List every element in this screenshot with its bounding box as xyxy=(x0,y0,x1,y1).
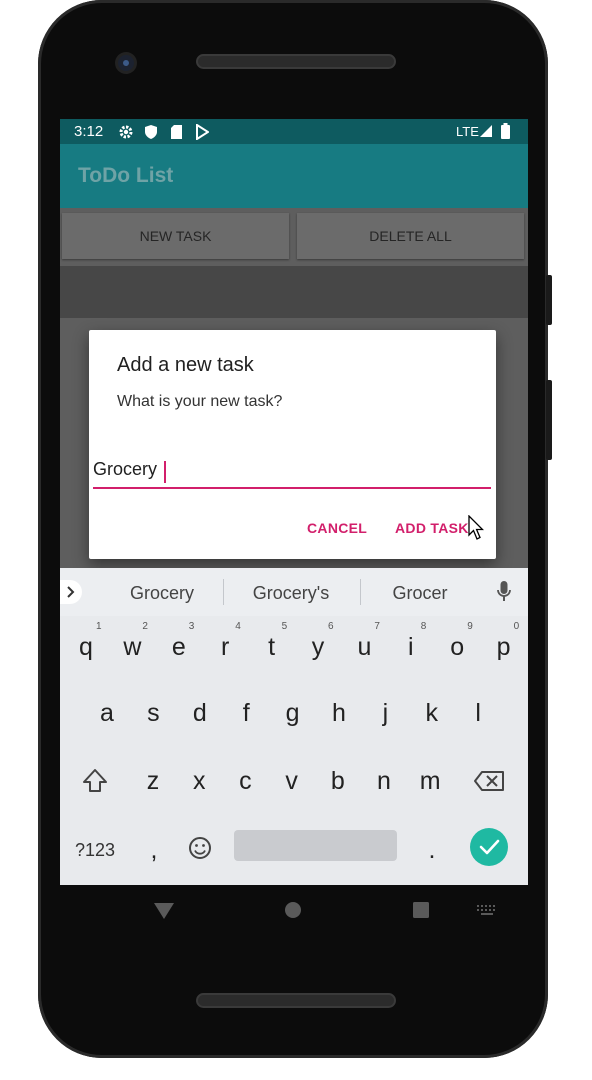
status-time: 3:12 xyxy=(74,123,104,140)
key-r[interactable]: r xyxy=(205,627,245,667)
signal-icon xyxy=(480,125,492,137)
key-d[interactable]: d xyxy=(180,693,220,733)
add-task-dialog: Add a new task What is your new task? Gr… xyxy=(89,330,496,559)
key-u[interactable]: u xyxy=(344,627,384,667)
emoji-icon xyxy=(189,837,211,859)
key-o[interactable]: o xyxy=(437,627,477,667)
keyboard-row-3: zxcvbnm xyxy=(60,761,528,811)
power-button xyxy=(546,275,552,325)
bottom-speaker xyxy=(196,993,396,1008)
key-j[interactable]: j xyxy=(365,693,405,733)
emoji-key[interactable] xyxy=(180,830,220,870)
front-camera xyxy=(118,55,134,71)
enter-key[interactable] xyxy=(470,828,508,866)
period-key[interactable]: . xyxy=(412,830,452,870)
volume-button xyxy=(546,380,552,460)
microphone-icon[interactable] xyxy=(496,580,512,604)
task-text-field[interactable]: Grocery xyxy=(93,455,491,489)
symbols-key[interactable]: ?123 xyxy=(70,830,120,870)
text-cursor xyxy=(164,461,166,483)
home-icon[interactable] xyxy=(284,901,302,919)
app-bar: ToDo List xyxy=(60,144,528,208)
key-v[interactable]: v xyxy=(272,761,312,801)
dialog-title: Add a new task xyxy=(117,354,254,376)
network-type: LTE xyxy=(456,124,479,139)
content-area: NEW TASK DELETE ALL Add a new task What … xyxy=(60,208,528,568)
keyboard-row-2: asdfghjkl xyxy=(60,693,528,743)
key-s[interactable]: s xyxy=(133,693,173,733)
key-m[interactable]: m xyxy=(410,761,450,801)
mouse-pointer-icon xyxy=(468,515,484,540)
sd-card-icon xyxy=(171,125,182,139)
key-b[interactable]: b xyxy=(318,761,358,801)
key-p[interactable]: p xyxy=(484,627,524,667)
key-w[interactable]: w xyxy=(112,627,152,667)
keyboard-switch-icon[interactable] xyxy=(476,904,498,916)
app-title: ToDo List xyxy=(78,164,174,187)
back-icon[interactable] xyxy=(153,902,175,920)
shield-icon xyxy=(145,125,157,139)
status-bar: 3:12 LTE xyxy=(60,119,528,144)
key-x[interactable]: x xyxy=(179,761,219,801)
key-a[interactable]: a xyxy=(87,693,127,733)
key-q[interactable]: q xyxy=(66,627,106,667)
suggestion-3[interactable]: Grocer xyxy=(360,583,480,604)
chevron-right-icon[interactable] xyxy=(60,580,82,604)
gear-icon xyxy=(119,125,133,139)
soft-keyboard: Grocery Grocery's Grocer 1q2w3e4r5t6y7u8… xyxy=(60,568,528,885)
battery-icon xyxy=(501,123,510,139)
key-n[interactable]: n xyxy=(364,761,404,801)
backspace-key[interactable] xyxy=(470,761,510,801)
comma-key[interactable]: , xyxy=(134,830,174,870)
new-task-button[interactable]: NEW TASK xyxy=(62,213,289,259)
key-z[interactable]: z xyxy=(133,761,173,801)
suggestion-strip: Grocery Grocery's Grocer xyxy=(60,568,528,616)
keyboard-row-1: 1q2w3e4r5t6y7u8i9o0p xyxy=(60,621,528,671)
backspace-icon xyxy=(474,771,504,791)
device-screen: 3:12 LTE ToDo List NEW TASK DELETE ALL A xyxy=(60,119,528,885)
suggestion-1[interactable]: Grocery xyxy=(102,583,222,604)
cancel-button[interactable]: CANCEL xyxy=(307,520,367,536)
key-g[interactable]: g xyxy=(273,693,313,733)
key-k[interactable]: k xyxy=(412,693,452,733)
recents-icon[interactable] xyxy=(412,901,430,919)
suggestion-2[interactable]: Grocery's xyxy=(231,583,351,604)
key-t[interactable]: t xyxy=(252,627,292,667)
key-y[interactable]: y xyxy=(298,627,338,667)
key-h[interactable]: h xyxy=(319,693,359,733)
play-store-icon xyxy=(196,124,209,140)
add-task-button[interactable]: ADD TASK xyxy=(395,520,469,536)
key-l[interactable]: l xyxy=(458,693,498,733)
key-c[interactable]: c xyxy=(225,761,265,801)
top-speaker xyxy=(196,54,396,69)
task-text-value: Grocery xyxy=(93,459,158,479)
suggestion-divider xyxy=(223,579,224,605)
key-e[interactable]: e xyxy=(159,627,199,667)
key-f[interactable]: f xyxy=(226,693,266,733)
space-key[interactable] xyxy=(234,830,397,861)
checkmark-icon xyxy=(479,839,500,855)
dialog-message: What is your new task? xyxy=(117,393,283,410)
task-input-bar xyxy=(60,266,528,318)
delete-all-button[interactable]: DELETE ALL xyxy=(297,213,524,259)
key-i[interactable]: i xyxy=(391,627,431,667)
